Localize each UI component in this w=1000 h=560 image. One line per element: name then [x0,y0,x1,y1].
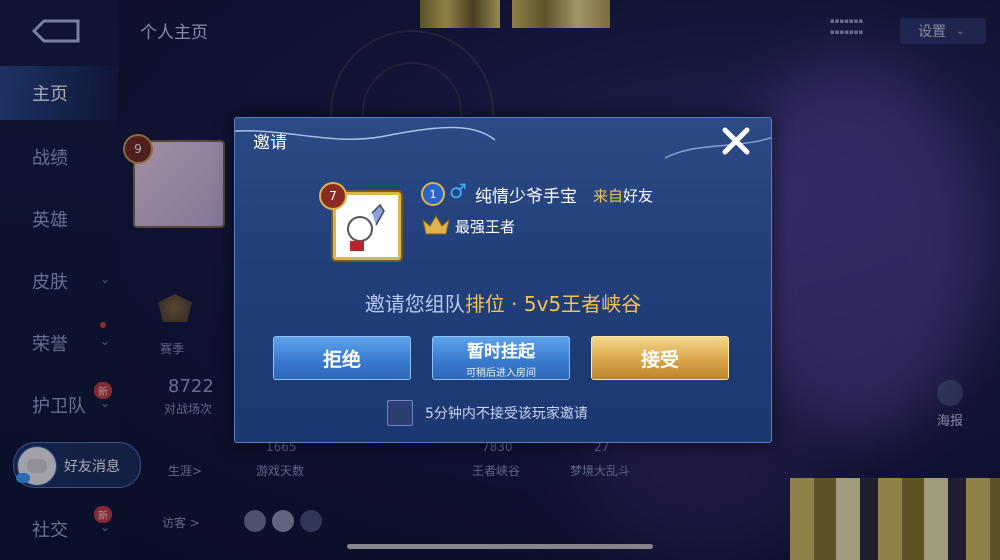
invite-prefix: 邀请您组队 [364,292,465,316]
invite-source: 来自好友 [593,185,653,206]
accept-button[interactable]: 接受 [591,336,729,380]
invite-dialog: 邀请 7 1 ♂ 纯情少爷手宝 来自好友 最强王者 邀请您组队排位 · 5v5王… [234,117,772,443]
invite-mode: 排位 · 5v5王者峡谷 [464,292,642,316]
accept-label: 接受 [640,348,679,371]
inviter-level-badge: 7 [319,182,347,210]
suspend-sublabel: 可稍后进入房间 [466,368,536,379]
dialog-title: 邀请 [253,133,287,153]
close-icon[interactable] [719,124,753,158]
mute-invite-option[interactable]: 5分钟内不接受该玩家邀请 [387,400,588,426]
from-prefix: 来自 [593,187,624,205]
mute-invite-label: 5分钟内不接受该玩家邀请 [425,406,588,422]
suspend-button[interactable]: 暂时挂起 可稍后进入房间 [432,336,570,380]
inviter-name: 纯情少爷手宝 [475,187,577,207]
male-gender-icon: ♂ [449,179,467,203]
suspend-label: 暂时挂起 [467,342,535,362]
invite-message: 邀请您组队排位 · 5v5王者峡谷 [235,288,771,317]
inviter-avatar-image [347,203,385,251]
rank-tier-icon: 1 [421,182,445,206]
reject-label: 拒绝 [322,348,361,371]
rank-name: 最强王者 [455,218,516,236]
dialog-decoration [235,126,771,159]
reject-button[interactable]: 拒绝 [273,336,411,380]
king-rank-crown-icon [422,215,450,235]
from-source: 好友 [623,187,654,205]
mute-invite-checkbox[interactable] [387,400,413,426]
